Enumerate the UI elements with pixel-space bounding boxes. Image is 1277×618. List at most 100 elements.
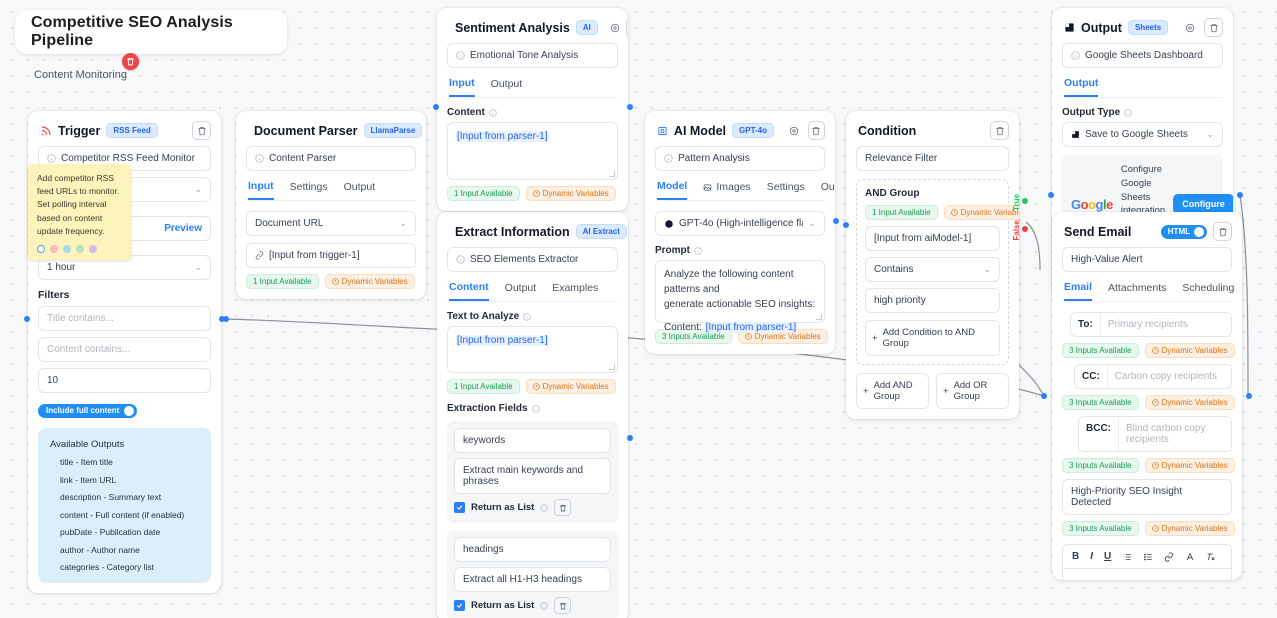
condition-true-handle[interactable]: [1022, 198, 1028, 204]
email-tabs[interactable]: Email Attachments Scheduling: [1064, 281, 1234, 302]
tab-input[interactable]: Input: [248, 180, 274, 200]
badge-dynamic-variables[interactable]: Dynamic Variables: [1144, 458, 1235, 473]
prompt-textarea[interactable]: Analyze the following content patterns a…: [655, 260, 825, 333]
badge-dynamic-variables[interactable]: Dynamic Variables: [1144, 343, 1235, 358]
field-name-input[interactable]: keywords: [454, 428, 611, 453]
email-to-input[interactable]: Primary recipients: [1101, 313, 1231, 336]
badge-dynamic-variables[interactable]: Dynamic Variables: [943, 205, 1019, 220]
parser-input-handle[interactable]: [223, 316, 229, 322]
output-settings-button[interactable]: [1181, 19, 1198, 36]
tab-images[interactable]: Images: [703, 180, 751, 200]
badge-dynamic-variables[interactable]: Dynamic Variables: [525, 379, 616, 394]
sticky-color-green[interactable]: [76, 244, 84, 253]
preview-link[interactable]: Preview: [164, 223, 202, 234]
parser-tabs[interactable]: Input Settings Output: [248, 180, 416, 201]
tab-examples[interactable]: Examples: [552, 281, 598, 301]
node-send-email[interactable]: Send Email HTML High-Value Alert Email A…: [1052, 212, 1242, 580]
parser-source-select[interactable]: Document URL ⌄: [246, 211, 416, 236]
tab-scheduling[interactable]: Scheduling: [1182, 281, 1234, 301]
include-full-content-toggle[interactable]: Include full content: [38, 403, 138, 418]
return-as-list-checkbox[interactable]: [454, 502, 465, 513]
tab-output[interactable]: Output: [505, 281, 537, 301]
output-type-select[interactable]: Save to Google Sheets ⌄: [1062, 122, 1223, 147]
extract-tabs[interactable]: Content Output Examples: [449, 281, 618, 302]
condition-false-handle[interactable]: [1022, 226, 1028, 232]
tab-settings[interactable]: Settings: [290, 180, 328, 200]
parser-input-field[interactable]: [Input from trigger-1]: [246, 243, 416, 268]
tab-output[interactable]: Output: [491, 77, 523, 97]
node-sentiment-analysis[interactable]: Sentiment Analysis AI Emotional Tone Ana…: [437, 8, 628, 211]
output-tabs[interactable]: Output: [1064, 77, 1223, 98]
field-description-input[interactable]: Extract main keywords and phrases: [454, 458, 611, 494]
tab-input[interactable]: Input: [449, 77, 475, 97]
delete-field-button[interactable]: [554, 499, 572, 516]
tab-output[interactable]: Output: [821, 180, 835, 200]
condition-delete-button[interactable]: [990, 121, 1009, 140]
email-cc-input[interactable]: Carbon copy recipients: [1108, 365, 1231, 388]
extract-name-field[interactable]: SEO Elements Extractor: [447, 247, 618, 272]
resize-handle-icon[interactable]: [609, 364, 615, 370]
email-rich-text-toolbar[interactable]: B I U: [1062, 544, 1232, 568]
workflow-canvas[interactable]: Competitive SEO Analysis Pipeline Conten…: [0, 0, 1277, 618]
tab-content[interactable]: Content: [449, 281, 489, 301]
sentiment-delete-button[interactable]: [625, 18, 628, 37]
bullet-list-icon[interactable]: [1143, 552, 1153, 562]
sticky-note-colors[interactable]: [37, 244, 122, 253]
return-as-list-checkbox[interactable]: [454, 600, 465, 611]
condition-operator-select[interactable]: Contains ⌄: [865, 257, 1000, 282]
email-bcc-row[interactable]: BCC: Blind carbon copy recipients: [1078, 416, 1232, 452]
ai-model-settings-button[interactable]: [786, 122, 801, 139]
trigger-delete-button[interactable]: [192, 121, 211, 140]
tab-email[interactable]: Email: [1064, 281, 1093, 301]
output-name-field[interactable]: Google Sheets Dashboard: [1062, 43, 1223, 68]
badge-dynamic-variables[interactable]: Dynamic Variables: [324, 274, 415, 289]
email-delete-button[interactable]: [1213, 222, 1232, 241]
email-to-row[interactable]: To: Primary recipients: [1070, 312, 1232, 337]
italic-icon[interactable]: I: [1090, 551, 1093, 562]
field-name-input[interactable]: headings: [454, 537, 611, 562]
sentiment-input-handle[interactable]: [433, 104, 439, 110]
tab-settings[interactable]: Settings: [767, 180, 805, 200]
email-body-editor[interactable]: Important SEO insight detected: Source: …: [1062, 568, 1232, 580]
condition-left-input[interactable]: [Input from aiModel-1]: [865, 226, 1000, 251]
node-extract-information[interactable]: Extract Information AI Extract SEO Eleme…: [437, 212, 628, 618]
email-cc-row[interactable]: CC: Carbon copy recipients: [1074, 364, 1232, 389]
text-color-icon[interactable]: [1185, 552, 1195, 562]
tab-output[interactable]: Output: [344, 180, 376, 200]
tab-attachments[interactable]: Attachments: [1108, 281, 1166, 301]
output-delete-button[interactable]: [1204, 18, 1223, 37]
clear-format-icon[interactable]: [1206, 552, 1216, 562]
add-and-group-button[interactable]: + Add AND Group: [856, 373, 929, 409]
ai-model-delete-button[interactable]: [807, 121, 825, 140]
html-toggle[interactable]: HTML: [1160, 224, 1207, 239]
ordered-list-icon[interactable]: [1122, 552, 1132, 562]
sentiment-output-handle[interactable]: [627, 104, 633, 110]
sticky-color-blue[interactable]: [63, 244, 71, 253]
parser-name-field[interactable]: Content Parser: [246, 146, 416, 171]
extract-text-textarea[interactable]: [Input from parser-1]: [447, 326, 618, 373]
delete-field-button[interactable]: [554, 597, 572, 614]
sentiment-tabs[interactable]: Input Output: [449, 77, 618, 98]
condition-input-handle[interactable]: [843, 222, 849, 228]
resize-handle-icon[interactable]: [816, 314, 822, 320]
filter-title-input[interactable]: Title contains...: [38, 306, 211, 331]
filter-content-input[interactable]: Content contains...: [38, 337, 211, 362]
ai-model-tabs[interactable]: Model Images Settings Output: [657, 180, 835, 201]
sticky-color-purple[interactable]: [89, 244, 97, 253]
tab-output[interactable]: Output: [1064, 77, 1099, 97]
underline-icon[interactable]: U: [1104, 551, 1111, 562]
email-bcc-input[interactable]: Blind carbon copy recipients: [1119, 417, 1231, 451]
sentiment-settings-button[interactable]: [610, 19, 620, 36]
email-subject-input[interactable]: High-Priority SEO Insight Detected: [1062, 479, 1232, 515]
trigger-input-handle[interactable]: [24, 316, 30, 322]
field-description-input[interactable]: Extract all H1-H3 headings: [454, 567, 611, 592]
ai-model-name-field[interactable]: Pattern Analysis: [655, 146, 825, 171]
node-condition[interactable]: Condition Relevance Filter AND Group 1 I…: [846, 111, 1019, 419]
sentiment-name-field[interactable]: Emotional Tone Analysis: [447, 43, 618, 68]
sentiment-content-textarea[interactable]: [Input from parser-1]: [447, 122, 618, 180]
tab-model[interactable]: Model: [657, 180, 688, 200]
email-output-handle[interactable]: [1246, 393, 1252, 399]
sticky-note[interactable]: Add competitor RSS feed URLs to monitor.…: [28, 164, 131, 260]
add-or-group-button[interactable]: + Add OR Group: [936, 373, 1009, 409]
delete-group-button[interactable]: [122, 53, 139, 70]
